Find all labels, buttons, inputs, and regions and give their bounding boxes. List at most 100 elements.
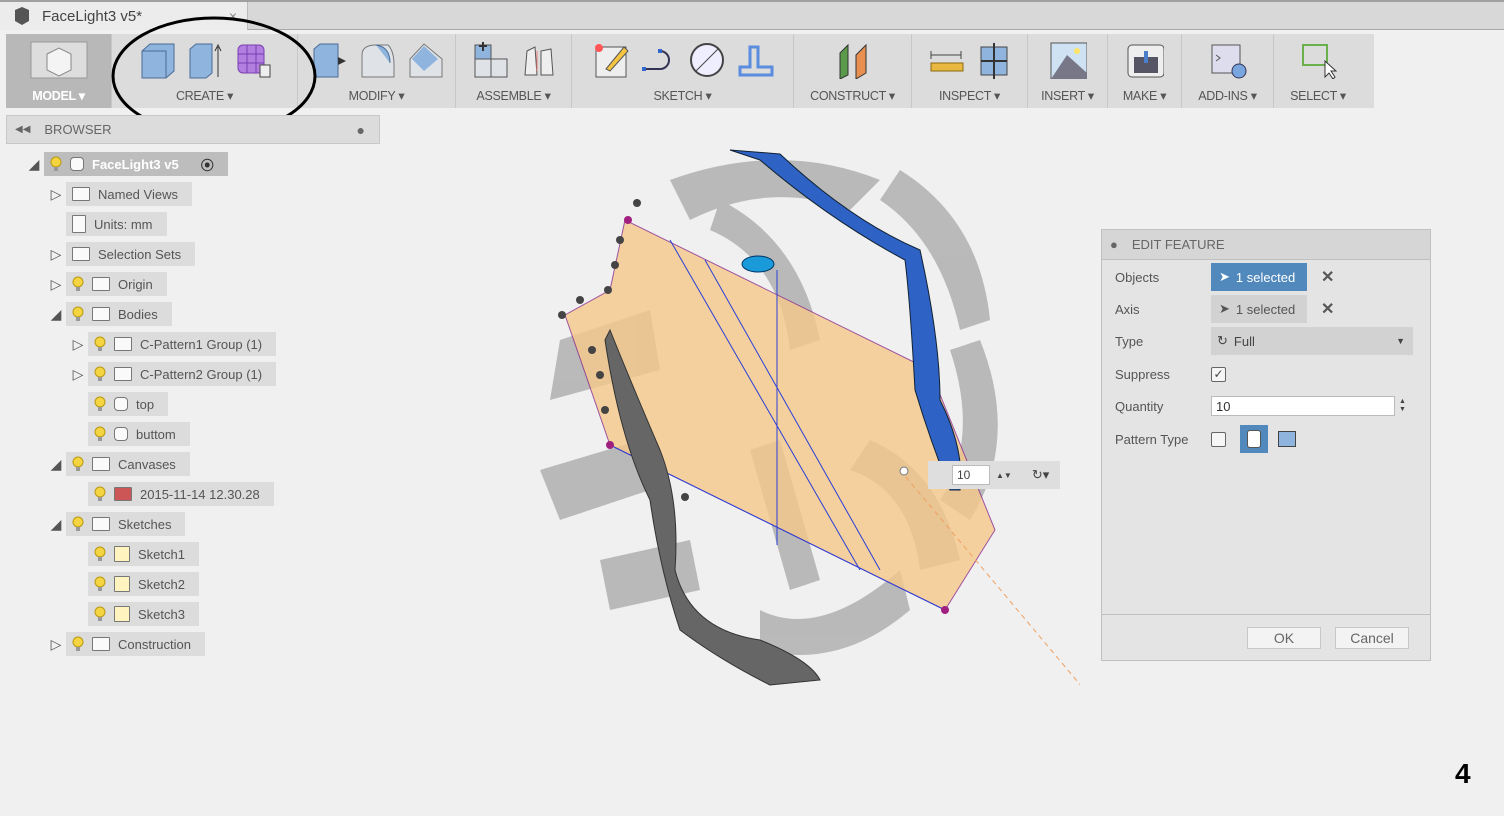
visibility-bulb-icon[interactable] [94,336,106,352]
cursor-arrow-icon: ➤ [1219,301,1230,316]
workspace-model-button[interactable]: MODEL ▾ [6,34,112,108]
visibility-bulb-icon[interactable] [94,486,106,502]
browser-minimize-icon[interactable]: ● [357,122,365,138]
units-icon [72,215,86,233]
suppress-checkbox[interactable]: ✓ [1211,366,1226,382]
visibility-bulb-icon[interactable] [94,576,106,592]
objects-selection[interactable]: ➤ 1 selected [1211,263,1307,291]
browser-node[interactable]: top [68,392,169,416]
expand-toggle-icon[interactable]: ◢ [46,306,66,323]
visibility-bulb-icon[interactable] [50,156,62,172]
expand-toggle-icon[interactable]: ▷ [46,186,66,203]
browser-node[interactable]: ▷ Origin [46,272,167,296]
insert-label: INSERT ▾ [1041,89,1094,103]
browser-node[interactable]: Sketch2 [68,572,199,596]
visibility-bulb-icon[interactable] [94,426,106,442]
make-group[interactable]: MAKE ▾ [1108,34,1182,108]
browser-node[interactable]: Units: mm [46,212,167,236]
chamfer-icon[interactable] [406,41,444,79]
axis-selection[interactable]: ➤ 1 selected [1211,295,1307,323]
visibility-bulb-icon[interactable] [72,516,84,532]
insert-canvas-icon[interactable] [1049,41,1087,79]
rotate-manipulator-icon[interactable] [741,255,775,273]
scripts-addins-icon[interactable] [1209,41,1247,79]
circle-icon[interactable] [688,41,726,79]
browser-node[interactable]: 2015-11-14 12.30.28 [68,482,274,506]
modify-label: MODIFY ▾ [348,89,405,103]
pattern-bodies-icon[interactable] [1278,431,1296,447]
visibility-bulb-icon[interactable] [94,606,106,622]
browser-node[interactable]: ▷ Named Views [46,182,192,206]
node-label: Sketches [118,516,172,532]
browser-node[interactable]: ◢ Sketches [46,512,186,536]
expand-toggle-icon[interactable]: ◢ [24,156,44,173]
folder-icon [114,367,132,381]
expand-toggle-icon[interactable]: ▷ [46,636,66,653]
axis-point[interactable] [899,466,909,476]
clear-axis-button[interactable]: ✕ [1321,299,1334,319]
browser-node[interactable]: ▷ C-Pattern2 Group (1) [68,362,277,386]
pattern-faces-icon[interactable] [1240,425,1268,453]
quantity-stepper[interactable]: ▲ ▼ [1399,398,1406,414]
measure-icon[interactable] [927,41,965,79]
quantity-spinner[interactable]: ▲▼ [996,471,1012,480]
type-dropdown-icon[interactable]: ↻▾ [1032,467,1049,483]
make-label: MAKE ▾ [1122,89,1167,103]
type-dropdown[interactable]: ↻ Full ▼ [1211,327,1413,355]
browser-node[interactable]: Sketch1 [68,542,199,566]
insert-group[interactable]: INSERT ▾ [1028,34,1108,108]
expand-toggle-icon[interactable]: ◢ [46,516,66,533]
browser-node[interactable]: ◢ FaceLight3 v5 ⦿ [24,152,228,176]
viewport-quantity-input[interactable]: 10 [952,465,990,485]
visibility-bulb-icon[interactable] [72,276,84,292]
expand-toggle-icon[interactable]: ◢ [46,456,66,473]
node-label: Sketch1 [138,546,185,562]
expand-toggle-icon[interactable]: ▷ [46,246,66,263]
browser-node[interactable]: ▷ Selection Sets [46,242,196,266]
3d-viewport[interactable] [520,140,1080,720]
ok-button[interactable]: OK [1247,627,1321,649]
3d-print-icon[interactable] [1126,41,1164,79]
new-component-icon[interactable] [471,41,509,79]
create-sketch-icon[interactable] [592,41,630,79]
quantity-input[interactable] [1211,396,1395,416]
visibility-bulb-icon[interactable] [94,396,106,412]
visibility-bulb-icon[interactable] [94,366,106,382]
fillet-icon[interactable] [358,41,396,79]
inspect-group[interactable]: INSPECT ▾ [912,34,1028,108]
collapse-browser-icon[interactable]: ◀◀ [15,124,30,135]
browser-node[interactable]: ◢ Bodies [46,302,172,326]
browser-node[interactable]: ◢ Canvases [46,452,190,476]
select-icon[interactable] [1299,41,1337,79]
visibility-bulb-icon[interactable] [72,306,84,322]
expand-toggle-icon[interactable]: ▷ [68,366,88,383]
sketch-group[interactable]: SKETCH ▾ [572,34,794,108]
select-group[interactable]: SELECT ▾ [1274,34,1362,108]
browser-node[interactable]: ▷ Construction [46,632,205,656]
sketch-icon [114,546,130,562]
objects-value: 1 selected [1235,269,1296,285]
collapse-panel-icon[interactable]: ● [1110,237,1118,252]
modify-group[interactable]: MODIFY ▾ [298,34,456,108]
expand-toggle-icon[interactable]: ▷ [46,276,66,293]
visibility-bulb-icon[interactable] [94,546,106,562]
canvas-icon [114,487,132,501]
construct-group[interactable]: CONSTRUCT ▾ [794,34,912,108]
section-analysis-icon[interactable] [975,41,1013,79]
activate-radio-icon[interactable]: ⦿ [201,155,214,174]
visibility-bulb-icon[interactable] [72,636,84,652]
browser-node[interactable]: buttom [68,422,190,446]
assemble-group[interactable]: ASSEMBLE ▾ [456,34,572,108]
clear-objects-button[interactable]: ✕ [1321,267,1334,287]
joint-icon[interactable] [519,41,557,79]
addins-group[interactable]: ADD-INS ▾ [1182,34,1274,108]
offset-icon[interactable] [736,41,774,79]
cancel-button[interactable]: Cancel [1335,627,1409,649]
pattern-type-checkbox[interactable] [1211,431,1226,447]
browser-node[interactable]: Sketch3 [68,602,199,626]
offset-plane-icon[interactable] [834,41,872,79]
line-icon[interactable] [640,41,678,79]
expand-toggle-icon[interactable]: ▷ [68,336,88,353]
visibility-bulb-icon[interactable] [72,456,84,472]
browser-node[interactable]: ▷ C-Pattern1 Group (1) [68,332,277,356]
